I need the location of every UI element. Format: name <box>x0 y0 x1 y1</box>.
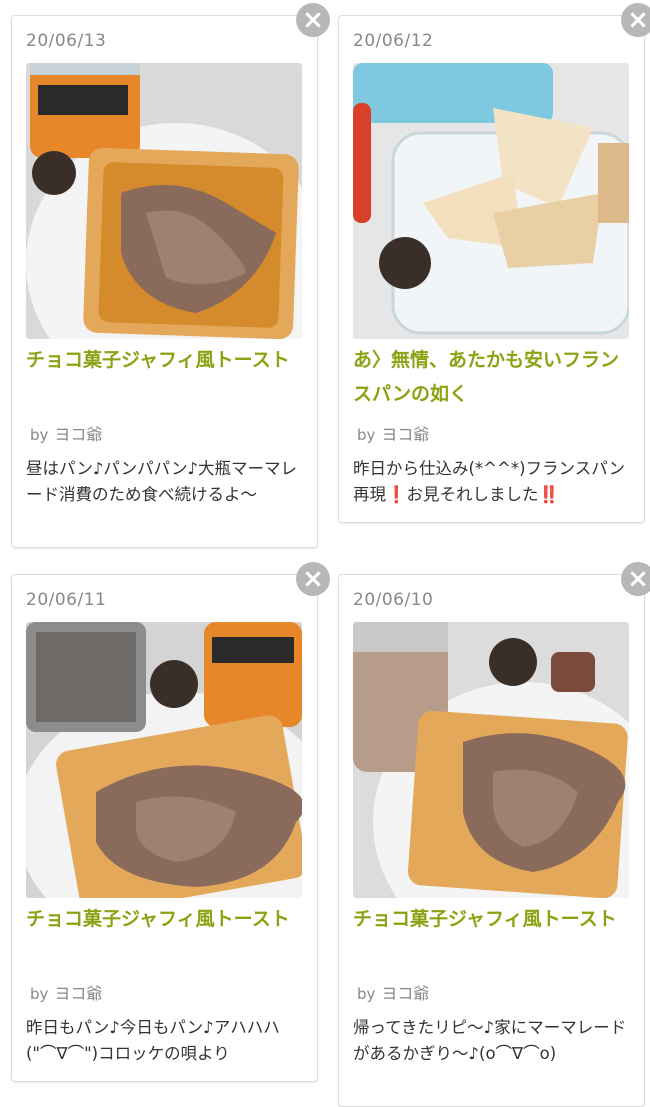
post-date: 20/06/10 <box>353 590 434 610</box>
close-icon[interactable]: × <box>296 3 330 37</box>
author-name[interactable]: ヨコ爺 <box>381 984 429 1003</box>
recipe-card[interactable]: 20/06/13 チョコ菓子ジャフィ風トースト by ヨコ爺 昼はパン♪パンパパン… <box>11 15 318 548</box>
recipe-card[interactable]: 20/06/12 あ〉無情、あたかも安いフランスパンの如く by ヨコ爺 昨日から… <box>338 15 645 523</box>
by-label: by <box>30 985 49 1003</box>
recipe-description: 昨日から仕込み(*^^*)フランスパン再現❗お見それしました‼️ <box>353 459 626 504</box>
recipe-description: 昼はパン♪パンパパン♪大瓶マーマレード消費のため食べ続けるよ〜 <box>26 459 298 504</box>
author-line[interactable]: by ヨコ爺 <box>30 980 102 1004</box>
by-label: by <box>357 985 376 1003</box>
recipe-photo[interactable] <box>353 622 629 898</box>
post-date: 20/06/12 <box>353 31 434 51</box>
close-icon[interactable]: × <box>621 3 650 37</box>
toast-photo-image <box>26 622 302 898</box>
author-line[interactable]: by ヨコ爺 <box>30 421 102 445</box>
recipe-title[interactable]: チョコ菓子ジャフィ風トースト <box>26 343 306 377</box>
recipe-card[interactable]: 20/06/10 チョコ菓子ジャフィ風トースト by ヨコ爺 帰ってきたリピ〜♪家… <box>338 574 645 1107</box>
author-name[interactable]: ヨコ爺 <box>54 984 102 1003</box>
recipe-title[interactable]: あ〉無情、あたかも安いフランスパンの如く <box>353 343 633 411</box>
recipe-photo[interactable] <box>26 622 302 898</box>
close-icon[interactable]: × <box>621 562 650 596</box>
author-name[interactable]: ヨコ爺 <box>381 425 429 444</box>
recipe-title[interactable]: チョコ菓子ジャフィ風トースト <box>353 902 633 936</box>
author-name[interactable]: ヨコ爺 <box>54 425 102 444</box>
toast-photo-image <box>26 63 302 339</box>
toast-photo-image <box>353 622 629 898</box>
recipe-description: 帰ってきたリピ〜♪家にマーマレードがあるかぎり〜♪(o⌒∇⌒o) <box>353 1018 627 1063</box>
recipe-title[interactable]: チョコ菓子ジャフィ風トースト <box>26 902 306 936</box>
recipe-photo[interactable] <box>26 63 302 339</box>
by-label: by <box>30 426 49 444</box>
bread-photo-image <box>353 63 629 339</box>
post-date: 20/06/13 <box>26 31 107 51</box>
author-line[interactable]: by ヨコ爺 <box>357 980 429 1004</box>
recipe-description: 昨日もパン♪今日もパン♪アハハハ("⌒∇⌒")コロッケの唄より <box>26 1018 280 1063</box>
recipe-photo[interactable] <box>353 63 629 339</box>
by-label: by <box>357 426 376 444</box>
close-icon[interactable]: × <box>296 562 330 596</box>
recipe-card[interactable]: 20/06/11 チョコ菓子ジャフィ風トースト by ヨコ爺 昨日もパン♪今日もパ… <box>11 574 318 1082</box>
author-line[interactable]: by ヨコ爺 <box>357 421 429 445</box>
post-date: 20/06/11 <box>26 590 107 610</box>
